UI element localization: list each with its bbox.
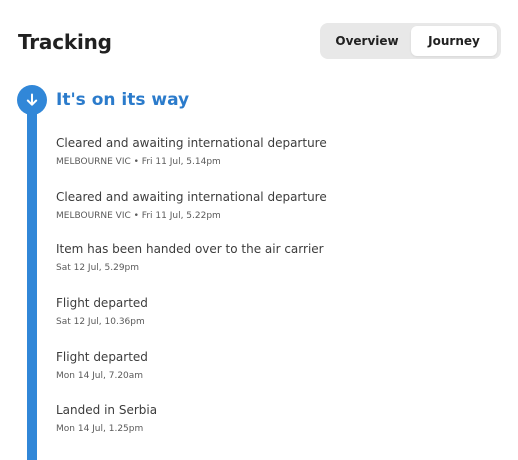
arrow-down-icon [26,93,38,106]
event-meta: Mon 14 Jul, 7.20am [56,371,144,381]
timeline-event: Landed in Serbia Mon 14 Jul, 1.25pm [56,402,496,436]
event-title: Flight departed [56,350,148,364]
timeline-event: Flight departed Mon 14 Jul, 7.20am [56,349,496,383]
event-title: Landed in Serbia [56,403,158,417]
timeline-event: Cleared and awaiting international depar… [56,189,496,223]
event-meta: Mon 14 Jul, 1.25pm [56,424,144,434]
event-title: Item has been handed over to the air car… [56,242,324,256]
tab-journey[interactable]: Journey [411,26,497,56]
status-heading: It's on its way [56,90,190,110]
event-meta: Sat 12 Jul, 10.36pm [56,317,145,327]
event-title: Cleared and awaiting international depar… [56,190,327,204]
page-title: Tracking [18,30,112,54]
event-meta: MELBOURNE VIC • Fri 11 Jul, 5.14pm [56,157,221,167]
view-tabs: Overview Journey [320,23,501,59]
event-title: Flight departed [56,296,148,310]
timeline-event: Cleared and awaiting international depar… [56,135,496,169]
tracking-header: Tracking Overview Journey [0,0,518,80]
timeline-event: Flight departed Sat 12 Jul, 10.36pm [56,295,496,329]
timeline-event: Item has been handed over to the air car… [56,241,496,275]
status-indicator [17,85,47,115]
event-meta: Sat 12 Jul, 5.29pm [56,263,140,273]
event-meta: MELBOURNE VIC • Fri 11 Jul, 5.22pm [56,211,221,221]
tab-overview[interactable]: Overview [324,26,410,56]
timeline-bar [27,100,37,460]
event-title: Cleared and awaiting international depar… [56,136,327,150]
